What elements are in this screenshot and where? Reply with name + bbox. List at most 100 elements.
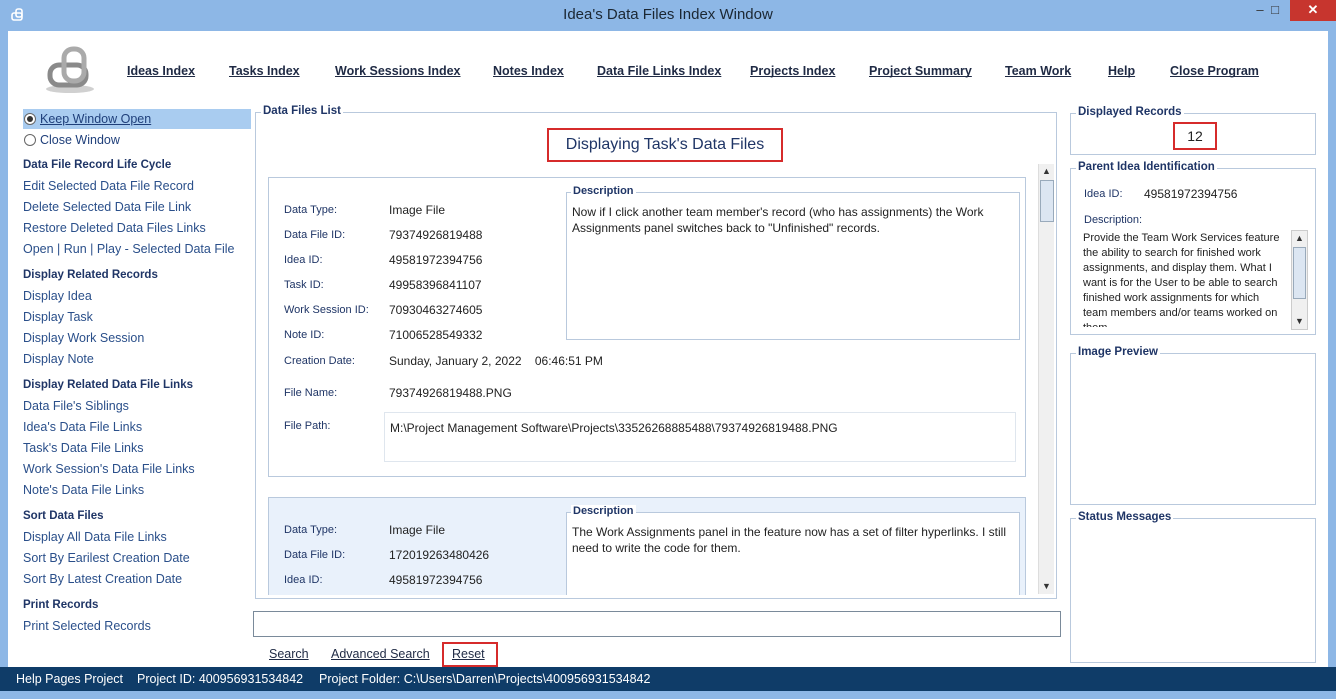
work-session-id-value: 70930463274605 (389, 303, 483, 317)
data-file-siblings-link[interactable]: Data File's Siblings (23, 399, 129, 413)
close-window-label: Close Window (40, 133, 120, 147)
description-title: Description (571, 505, 636, 517)
keep-window-open-radio[interactable]: Keep Window Open (23, 109, 251, 129)
records-viewport: Data Type: Image File Data File ID: 7937… (256, 173, 1036, 595)
task-id-label: Task ID: (284, 279, 324, 291)
file-path-box: M:\Project Management Software\Projects\… (384, 412, 1016, 462)
advanced-search-link[interactable]: Advanced Search (331, 647, 430, 661)
nav-close-program[interactable]: Close Program (1170, 64, 1259, 78)
nav-project-summary[interactable]: Project Summary (869, 64, 972, 78)
scrollbar-thumb[interactable] (1040, 180, 1054, 222)
image-preview-group: Image Preview (1070, 346, 1316, 505)
file-path-label: File Path: (284, 420, 331, 432)
idea-data-file-links-link[interactable]: Idea's Data File Links (23, 420, 142, 434)
display-idea-link[interactable]: Display Idea (23, 289, 92, 303)
file-name-label: File Name: (284, 387, 338, 399)
data-type-label: Data Type: (284, 204, 337, 216)
data-type-value: Image File (389, 203, 446, 217)
display-task-link[interactable]: Display Task (23, 310, 93, 324)
creation-date-value: Sunday, January 2, 2022 06:46:51 PM (389, 354, 603, 368)
displayed-records-group: Displayed Records 12 (1070, 106, 1316, 155)
task-data-file-links-link[interactable]: Task's Data File Links (23, 441, 143, 455)
note-data-file-links-link[interactable]: Note's Data File Links (23, 483, 144, 497)
nav-help[interactable]: Help (1108, 64, 1135, 78)
parent-description-label: Description: (1084, 214, 1143, 226)
nav-projects-index[interactable]: Projects Index (750, 64, 835, 78)
data-file-record[interactable]: Data Type: Image File Data File ID: 7937… (268, 177, 1026, 477)
file-path-value: M:\Project Management Software\Projects\… (390, 421, 838, 435)
reset-link[interactable]: Reset (452, 647, 485, 661)
maximize-button[interactable]: □ (1262, 0, 1288, 21)
nav-tasks-index[interactable]: Tasks Index (229, 64, 300, 78)
displayed-records-count: 12 (1173, 122, 1217, 150)
sort-earliest-link[interactable]: Sort By Earilest Creation Date (23, 551, 190, 565)
sort-latest-link[interactable]: Sort By Latest Creation Date (23, 572, 182, 586)
description-box: Description The Work Assignments panel i… (566, 505, 1020, 595)
window-title: Idea's Data Files Index Window (563, 6, 773, 23)
parent-description-text: Provide the Team Work Services feature t… (1083, 232, 1280, 327)
client-area: Ideas Index Tasks Index Work Sessions In… (8, 31, 1328, 667)
scrollbar-thumb[interactable] (1293, 247, 1306, 299)
application-window: Idea's Data Files Index Window – □ ✕ Ide… (0, 0, 1336, 699)
title-bar[interactable]: Idea's Data Files Index Window – □ ✕ (0, 0, 1336, 31)
note-id-value: 71006528549332 (389, 328, 483, 342)
data-files-heading: Displaying Task's Data Files (547, 128, 783, 162)
data-file-id-value: 172019263480426 (389, 548, 490, 562)
section-title: Print Records (23, 599, 99, 611)
data-file-id-label: Data File ID: (284, 549, 346, 561)
creation-date-label: Creation Date: (284, 355, 355, 367)
displayed-records-title: Displayed Records (1076, 106, 1184, 118)
nav-team-work[interactable]: Team Work (1005, 64, 1071, 78)
idea-id-value: 49581972394756 (389, 253, 483, 267)
display-work-session-link[interactable]: Display Work Session (23, 331, 144, 345)
image-preview-title: Image Preview (1076, 346, 1160, 358)
scroll-down-icon[interactable]: ▼ (1292, 314, 1307, 329)
description-text: The Work Assignments panel in the featur… (572, 525, 1006, 555)
section-title: Display Related Data File Links (23, 379, 194, 391)
nav-ideas-index[interactable]: Ideas Index (127, 64, 195, 78)
records-scrollbar[interactable]: ▲ ▼ (1038, 164, 1054, 594)
keep-window-open-label: Keep Window Open (40, 112, 152, 126)
idea-id-label: Idea ID: (284, 254, 323, 266)
nav-data-file-links-index[interactable]: Data File Links Index (597, 64, 721, 78)
parent-description-scrollbar[interactable]: ▲ ▼ (1291, 230, 1308, 330)
scroll-up-icon[interactable]: ▲ (1039, 164, 1054, 179)
radio-selected-icon (24, 113, 36, 125)
close-button[interactable]: ✕ (1290, 0, 1336, 21)
data-file-record[interactable]: Data Type: Image File Data File ID: 1720… (268, 497, 1026, 595)
print-selected-records-link[interactable]: Print Selected Records (23, 619, 151, 633)
app-logo (44, 45, 100, 95)
status-messages-title: Status Messages (1076, 511, 1174, 523)
display-note-link[interactable]: Display Note (23, 352, 94, 366)
data-file-id-value: 79374926819488 (389, 228, 483, 242)
parent-idea-title: Parent Idea Identification (1076, 161, 1217, 173)
search-input[interactable] (253, 611, 1061, 637)
section-title: Display Related Records (23, 269, 158, 281)
work-session-data-file-links-link[interactable]: Work Session's Data File Links (23, 462, 195, 476)
section-title: Sort Data Files (23, 510, 104, 522)
search-link[interactable]: Search (269, 647, 309, 661)
edit-data-file-link[interactable]: Edit Selected Data File Record (23, 179, 194, 193)
parent-idea-group: Parent Idea Identification Idea ID: 4958… (1070, 161, 1316, 335)
work-session-id-label: Work Session ID: (284, 304, 369, 316)
close-window-radio[interactable]: Close Window (23, 130, 251, 150)
data-type-label: Data Type: (284, 524, 337, 536)
data-files-list-group: Data Files List Displaying Task's Data F… (255, 105, 1057, 599)
status-project-folder: Project Folder: C:\Users\Darren\Projects… (319, 672, 651, 686)
parent-idea-id-label: Idea ID: (1084, 188, 1123, 200)
delete-data-file-link[interactable]: Delete Selected Data File Link (23, 200, 191, 214)
nav-notes-index[interactable]: Notes Index (493, 64, 564, 78)
scroll-down-icon[interactable]: ▼ (1039, 579, 1054, 594)
description-text: Now if I click another team member's rec… (572, 205, 984, 235)
file-name-value: 79374926819488.PNG (389, 386, 512, 400)
display-all-data-file-links-link[interactable]: Display All Data File Links (23, 530, 167, 544)
data-type-value: Image File (389, 523, 446, 537)
restore-data-file-links[interactable]: Restore Deleted Data Files Links (23, 221, 206, 235)
nav-work-sessions-index[interactable]: Work Sessions Index (335, 64, 461, 78)
description-title: Description (571, 185, 636, 197)
status-messages-group: Status Messages (1070, 511, 1316, 663)
section-title: Data File Record Life Cycle (23, 159, 172, 171)
scroll-up-icon[interactable]: ▲ (1292, 231, 1307, 246)
task-id-value: 49958396841107 (389, 278, 482, 292)
open-data-file-link[interactable]: Open | Run | Play - Selected Data File (23, 242, 234, 256)
